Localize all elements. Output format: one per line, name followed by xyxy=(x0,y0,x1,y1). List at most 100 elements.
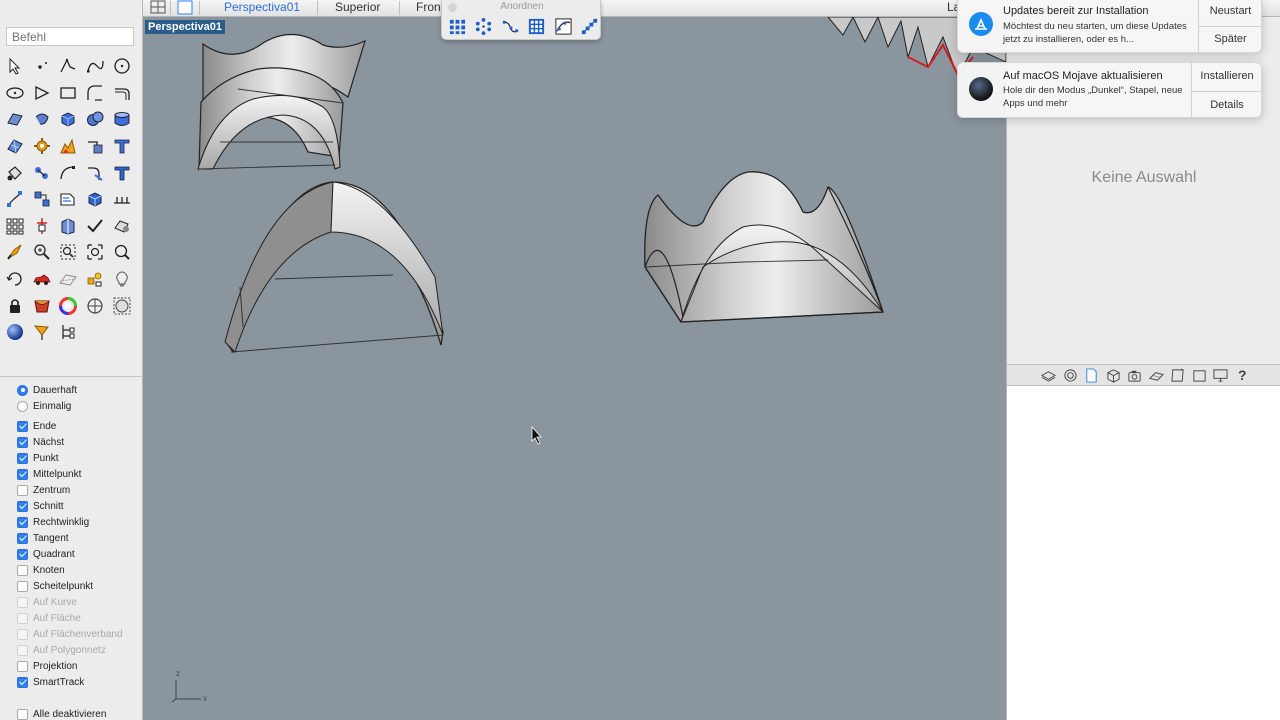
mesh-tool-icon[interactable] xyxy=(2,133,29,160)
sphere-grid-icon[interactable] xyxy=(108,292,135,319)
osnap-smarttrack[interactable]: SmartTrack xyxy=(17,674,141,690)
named-views-camera-icon[interactable] xyxy=(1124,365,1146,385)
polyline-tool-icon[interactable] xyxy=(55,53,82,80)
layout-tool-icon[interactable] xyxy=(82,266,109,293)
color-wheel-icon[interactable] xyxy=(55,292,82,319)
rectangle-tool-icon[interactable] xyxy=(55,80,82,107)
array-grid-icon[interactable] xyxy=(444,14,471,38)
osnap-near[interactable]: Nächst xyxy=(17,434,141,450)
tab-perspectiva01[interactable]: Perspectiva01 xyxy=(224,0,300,17)
zoom-icon[interactable] xyxy=(108,239,135,266)
osnap-quadrant[interactable]: Quadrant xyxy=(17,546,141,562)
four-viewports-icon[interactable] xyxy=(149,0,167,15)
cylinder-solid-icon[interactable] xyxy=(108,106,135,133)
zoom-window-icon[interactable] xyxy=(29,239,56,266)
block-tool-icon[interactable] xyxy=(82,186,109,213)
material-icon[interactable] xyxy=(29,292,56,319)
checkbox-icon[interactable] xyxy=(17,516,28,528)
car-preview-icon[interactable] xyxy=(29,266,56,293)
osnap-knot[interactable]: Knoten xyxy=(17,562,141,578)
extrude-tool-icon[interactable] xyxy=(55,213,82,240)
point-tool-icon[interactable] xyxy=(29,53,56,80)
lock-icon[interactable] xyxy=(2,292,29,319)
details-button[interactable]: Details xyxy=(1192,99,1261,111)
array-on-surface-curve-icon[interactable] xyxy=(550,14,577,38)
transform-gear-icon[interactable] xyxy=(29,133,56,160)
osnap-vertex[interactable]: Scheitelpunkt xyxy=(17,578,141,594)
array-tool-icon[interactable] xyxy=(2,213,29,240)
osnap-center[interactable]: Zentrum xyxy=(17,482,141,498)
offset-curve-icon[interactable] xyxy=(108,80,135,107)
display-monitor-icon[interactable] xyxy=(1210,365,1232,385)
array-surface-icon[interactable] xyxy=(524,14,551,38)
osnap-project[interactable]: Projektion xyxy=(17,658,141,674)
explode-tool-icon[interactable] xyxy=(55,133,82,160)
checkbox-icon[interactable] xyxy=(17,500,28,512)
osnap-intersection[interactable]: Schnitt xyxy=(17,498,141,514)
rotate-view-icon[interactable] xyxy=(2,266,29,293)
check-tool-icon[interactable] xyxy=(82,213,109,240)
checkbox-icon[interactable] xyxy=(17,452,28,464)
checkbox-icon[interactable] xyxy=(17,468,28,480)
grid-snap-icon[interactable] xyxy=(82,292,109,319)
panel-frame-icon[interactable] xyxy=(1189,365,1211,385)
bend-tool-icon[interactable] xyxy=(82,159,109,186)
render-tool-icon[interactable] xyxy=(108,213,135,240)
osnap-end[interactable]: Ende xyxy=(17,418,141,434)
boolean-union-icon[interactable] xyxy=(82,106,109,133)
display-target-icon[interactable] xyxy=(1060,365,1082,385)
radio-icon[interactable] xyxy=(17,400,28,412)
curve-tool-icon[interactable] xyxy=(82,53,109,80)
grid-array-icon[interactable] xyxy=(108,186,135,213)
light-bulb-icon[interactable] xyxy=(108,266,135,293)
circle-tool-icon[interactable] xyxy=(108,53,135,80)
stacked-vault-model[interactable] xyxy=(197,33,366,171)
radio-icon[interactable] xyxy=(17,384,28,396)
ellipse-tool-icon[interactable] xyxy=(2,80,29,107)
paint-brush-icon[interactable] xyxy=(2,239,29,266)
arc-tool-icon[interactable] xyxy=(55,159,82,186)
analyze-tool-icon[interactable] xyxy=(55,186,82,213)
array-linear-icon[interactable] xyxy=(577,14,604,38)
zoom-selected-icon[interactable] xyxy=(55,239,82,266)
disable-all-osnaps[interactable]: Alle deaktivieren xyxy=(17,706,141,720)
tree-tool-icon[interactable] xyxy=(55,319,82,346)
gumball-icon[interactable] xyxy=(29,213,56,240)
pipe-tool-icon[interactable] xyxy=(29,159,56,186)
flag-cone-icon[interactable] xyxy=(29,319,56,346)
checkbox-icon[interactable] xyxy=(17,708,28,720)
polygon-tool-icon[interactable] xyxy=(29,80,56,107)
viewport-perspective[interactable]: Perspectiva01 z x xyxy=(143,17,1006,720)
checkbox-icon[interactable] xyxy=(17,484,28,496)
saddle-vault-model[interactable] xyxy=(644,171,884,323)
osnap-midpoint[interactable]: Mittelpunkt xyxy=(17,466,141,482)
section-tool-icon[interactable] xyxy=(55,266,82,293)
snap-mode-once[interactable]: Einmalig xyxy=(17,398,141,414)
layers-icon[interactable] xyxy=(1038,365,1060,385)
checkbox-icon[interactable] xyxy=(17,564,28,576)
dimension-tool-icon[interactable] xyxy=(108,159,135,186)
surface-tool-icon[interactable] xyxy=(2,106,29,133)
restart-button[interactable]: Neustart xyxy=(1199,5,1261,17)
checkbox-icon[interactable] xyxy=(17,580,28,592)
trim-tool-icon[interactable] xyxy=(82,133,109,160)
paint-bucket-icon[interactable] xyxy=(2,159,29,186)
install-button[interactable]: Installieren xyxy=(1192,70,1261,82)
help-icon[interactable]: ? xyxy=(1232,365,1254,385)
box-solid-icon[interactable] xyxy=(55,106,82,133)
snap-mode-persistent[interactable]: Dauerhaft xyxy=(17,382,141,398)
polar-array-icon[interactable] xyxy=(471,14,498,38)
notification-updates[interactable]: Updates bereit zur Installation Möchtest… xyxy=(957,0,1262,53)
checkbox-icon[interactable] xyxy=(17,660,28,672)
osnap-tangent[interactable]: Tangent xyxy=(17,530,141,546)
fillet-tool-icon[interactable] xyxy=(82,80,109,107)
tab-superior[interactable]: Superior xyxy=(335,0,380,17)
render-sphere-icon[interactable] xyxy=(2,319,29,346)
checkbox-icon[interactable] xyxy=(17,676,28,688)
text-tool-icon[interactable] xyxy=(108,133,135,160)
checkbox-icon[interactable] xyxy=(17,420,28,432)
tab-frontal[interactable]: Fron xyxy=(416,0,441,17)
array-curve-icon[interactable] xyxy=(497,14,524,38)
arch-surface-model[interactable] xyxy=(224,181,444,354)
osnap-point[interactable]: Punkt xyxy=(17,450,141,466)
